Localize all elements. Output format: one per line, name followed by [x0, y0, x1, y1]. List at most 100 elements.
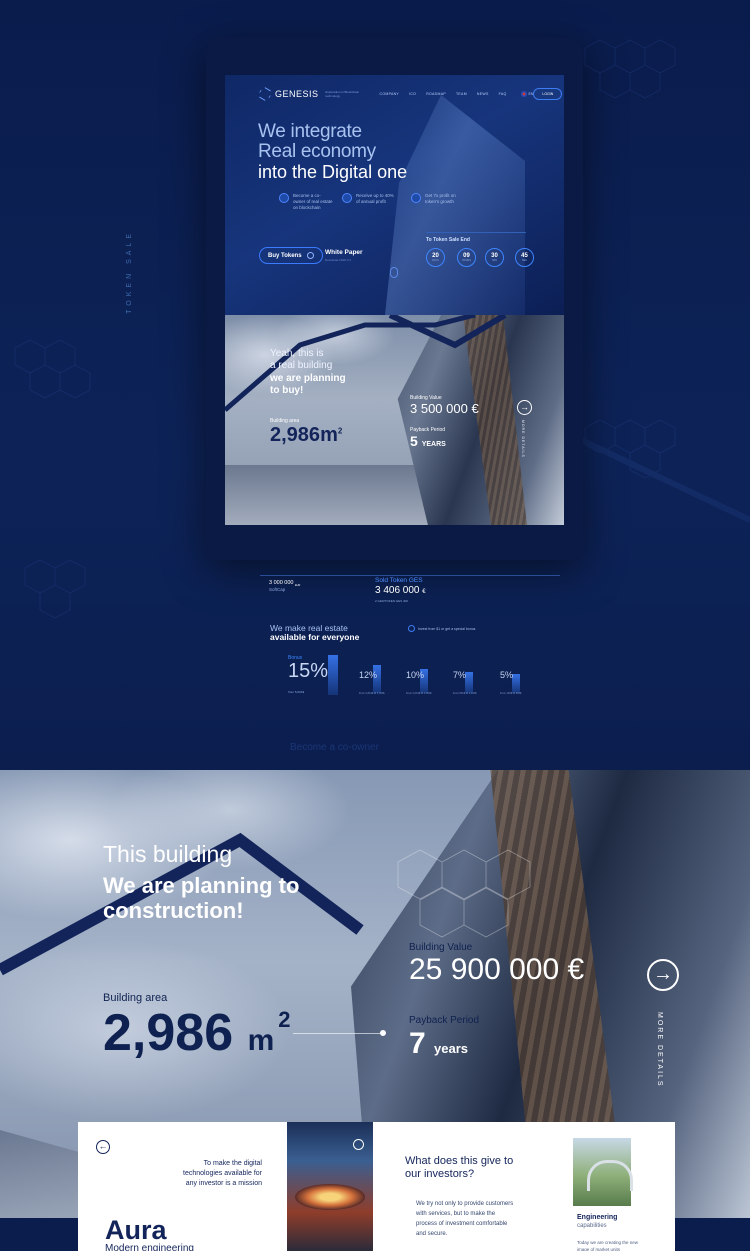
nav-item-company[interactable]: COMPANY	[380, 92, 400, 96]
arrow-right-icon[interactable]: →	[647, 959, 679, 991]
investors-question: What does this give to our investors?	[405, 1155, 514, 1180]
softcap-label: SoftCap	[269, 587, 286, 592]
building-icon	[279, 193, 289, 203]
building-title-line-1: This building	[103, 841, 233, 867]
nav-item-roadmap[interactable]: ROADMAP	[426, 92, 446, 96]
engineering-photo[interactable]	[573, 1138, 633, 1206]
building-title-line-3: construction!	[103, 898, 244, 923]
countdown-unit: MIN	[492, 259, 497, 262]
footer-strip-left	[0, 1218, 78, 1251]
tier-from: From 2,801$ till 5,000$	[359, 692, 385, 695]
payback-number: 5	[410, 433, 418, 449]
preview-line-4: to buy!	[270, 385, 304, 396]
progress-line	[260, 575, 560, 576]
preview-payback-value: 5 YEARS	[410, 433, 446, 449]
area-unit: m	[247, 1024, 275, 1057]
engineering-description: Today we are creating the new image of m…	[577, 1240, 639, 1251]
ghost-heading: Become a co-owner	[290, 742, 379, 753]
hexagon-logo-icon	[257, 86, 273, 102]
building-title-line-2: We are planning to	[103, 873, 300, 898]
softcap-unit: EUR	[295, 584, 301, 588]
investors-answer: We try not only to provide customers wit…	[416, 1201, 514, 1237]
tier-pct: 10%	[406, 670, 425, 680]
login-button[interactable]: LOGIN	[533, 88, 563, 100]
building-value: 25 900 000 €	[409, 953, 585, 986]
arrow-right-icon[interactable]: →	[517, 400, 532, 415]
preview-line-3: we are planning	[270, 373, 346, 384]
token-sale-vertical-label: TOKEN SALE	[126, 230, 133, 314]
main-menu: COMPANY ICO ROADMAP TEAM NEWS FAQ	[380, 92, 507, 96]
page: TOKEN SALE GENESIS Exploration in Blockc…	[0, 0, 750, 1251]
nav-item-ico[interactable]: ICO	[409, 92, 416, 96]
tier-pct: 5%	[500, 670, 514, 680]
preview-area-value: 2,986m2	[270, 424, 342, 447]
expand-icon[interactable]	[353, 1139, 364, 1150]
tier-from: From 801$ till 2,000$	[453, 692, 477, 695]
feature-profit: Receive up to 40% of annual profit	[342, 193, 396, 205]
countdown-minutes: 30 MIN	[485, 248, 504, 267]
buy-tokens-label: Buy Tokens	[268, 252, 302, 259]
payback-label: Payback Period	[409, 1015, 480, 1026]
countdown-unit: SEC	[521, 259, 528, 262]
area-number: 2,986	[103, 1004, 234, 1062]
top-nav: GENESIS Exploration in Blockchain techno…	[259, 85, 563, 103]
invest-note: Invest from $1 or get a special bonus	[408, 625, 475, 632]
brand-tagline: Exploration in Blockchain technology	[325, 90, 360, 98]
project-title: Aura	[105, 1215, 167, 1245]
tier-pct: 7%	[453, 670, 467, 680]
hero-section: GENESIS Exploration in Blockchain techno…	[225, 75, 564, 315]
wallet-icon	[408, 625, 415, 632]
arrow-left-icon[interactable]: ←	[96, 1140, 110, 1154]
countdown-unit: HOURS	[461, 259, 472, 262]
hero-title-line-3: into the Digital one	[258, 162, 408, 182]
info-cards: ← To make the digital technologies avail…	[78, 1122, 675, 1251]
softcap-number: 3 000 000	[269, 580, 294, 586]
feature-text: Get 7x profit on token's growth	[425, 193, 456, 204]
more-details-label[interactable]: MORE DETAILS	[521, 420, 525, 458]
hero-title-line-1: We integrate	[258, 121, 362, 142]
bonus-bar-main	[328, 655, 338, 695]
payback-unit: years	[434, 1041, 469, 1056]
growth-icon	[411, 193, 421, 203]
preview-line-1: Yeah, this is	[270, 348, 324, 359]
token-sale-stats: 3 000 000 EUR SoftCap Sold Token GES 3 4…	[225, 565, 564, 765]
preview-line-2: a real building	[270, 360, 333, 371]
nav-item-news[interactable]: NEWS	[477, 92, 489, 96]
buy-tokens-button[interactable]: Buy Tokens	[259, 247, 323, 264]
payback-unit: YEARS	[421, 441, 446, 448]
stadium-lights	[295, 1184, 365, 1210]
nav-item-faq[interactable]: FAQ	[499, 92, 507, 96]
building-value-label: Building Value	[409, 942, 473, 953]
arrow-circle-icon	[306, 252, 314, 259]
token-sale-divider	[426, 232, 526, 233]
brand-name: GENESIS	[275, 89, 319, 99]
footer-strip-right	[675, 1218, 750, 1251]
countdown-seconds: 45 SEC	[515, 248, 534, 267]
payback-value: 7 years	[409, 1027, 468, 1061]
white-paper-link[interactable]: White Paper	[325, 249, 363, 256]
sold-number: 3 406 000	[375, 585, 420, 596]
nav-item-team[interactable]: TEAM	[456, 92, 467, 96]
tier-pct: 12%	[359, 670, 378, 680]
bonus-from: from 5,001$	[288, 690, 305, 694]
sold-unit: €	[422, 589, 426, 595]
engineering-title: Engineering	[577, 1214, 618, 1221]
white-paper-sub: Download 2018 V.3	[325, 258, 351, 262]
feature-growth: Get 7x profit on token's growth	[411, 193, 465, 205]
hero-skyscraper	[385, 95, 525, 315]
countdown-days: 20 DAYS	[426, 248, 445, 267]
connector-dot	[380, 1030, 386, 1036]
area-sup: 2	[337, 426, 343, 436]
invest-text: Invest from $1 or get a special bonus	[418, 626, 476, 631]
project-subtitle: Modern engineering	[105, 1243, 194, 1251]
language-selector[interactable]: EN	[520, 91, 533, 97]
countdown-hours: 09 HOURS	[457, 248, 476, 267]
area-unit: m	[320, 424, 338, 446]
uk-flag-icon	[520, 91, 527, 97]
stadium-photo[interactable]	[287, 1122, 373, 1251]
logo[interactable]: GENESIS Exploration in Blockchain techno…	[259, 88, 360, 100]
tier-from: From 100$ till 800$	[500, 692, 522, 695]
scroll-mouse-icon[interactable]	[390, 267, 398, 278]
more-details-label[interactable]: MORE DETAILS	[656, 1012, 663, 1088]
sold-token-sub: 2 GES/TOKEN GES 400	[375, 599, 408, 603]
